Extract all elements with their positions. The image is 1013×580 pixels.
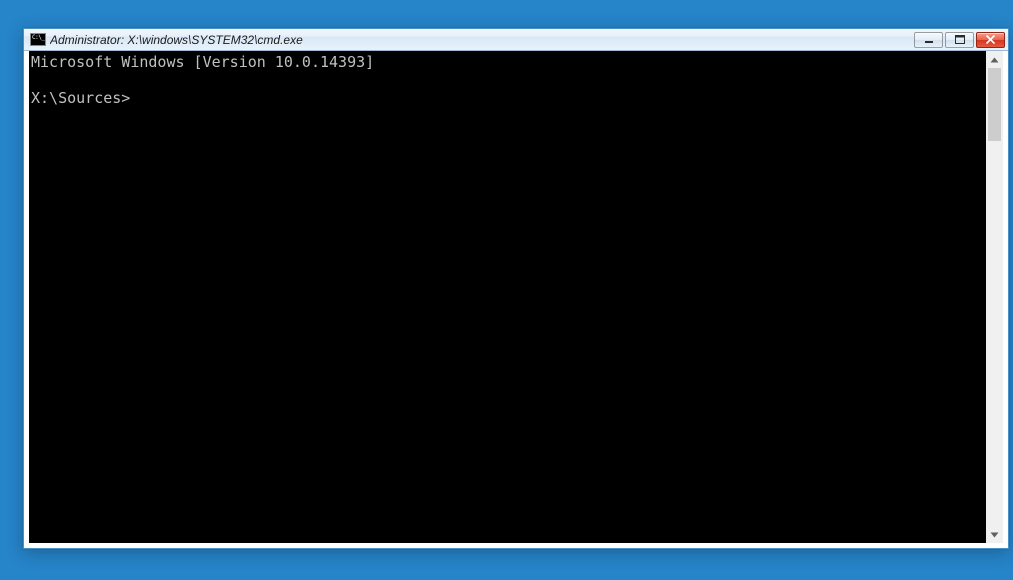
vertical-scrollbar[interactable] [986, 51, 1003, 543]
console-output[interactable]: Microsoft Windows [Version 10.0.14393] X… [29, 51, 986, 543]
titlebar[interactable]: Administrator: X:\windows\SYSTEM32\cmd.e… [24, 29, 1008, 51]
scroll-track[interactable] [986, 68, 1003, 526]
scroll-thumb[interactable] [988, 68, 1001, 141]
cmd-icon [30, 33, 46, 46]
maximize-button[interactable] [945, 32, 974, 48]
scroll-down-button[interactable] [986, 526, 1003, 543]
close-button[interactable] [976, 32, 1005, 48]
minimize-button[interactable] [914, 32, 943, 48]
client-area: Microsoft Windows [Version 10.0.14393] X… [29, 51, 1003, 543]
window-controls [914, 29, 1005, 50]
scroll-up-button[interactable] [986, 51, 1003, 68]
command-prompt-window: Administrator: X:\windows\SYSTEM32\cmd.e… [23, 28, 1009, 549]
window-title: Administrator: X:\windows\SYSTEM32\cmd.e… [50, 33, 914, 47]
version-text: Microsoft Windows [Version 10.0.14393] [31, 53, 374, 71]
prompt-text: X:\Sources> [31, 89, 130, 107]
